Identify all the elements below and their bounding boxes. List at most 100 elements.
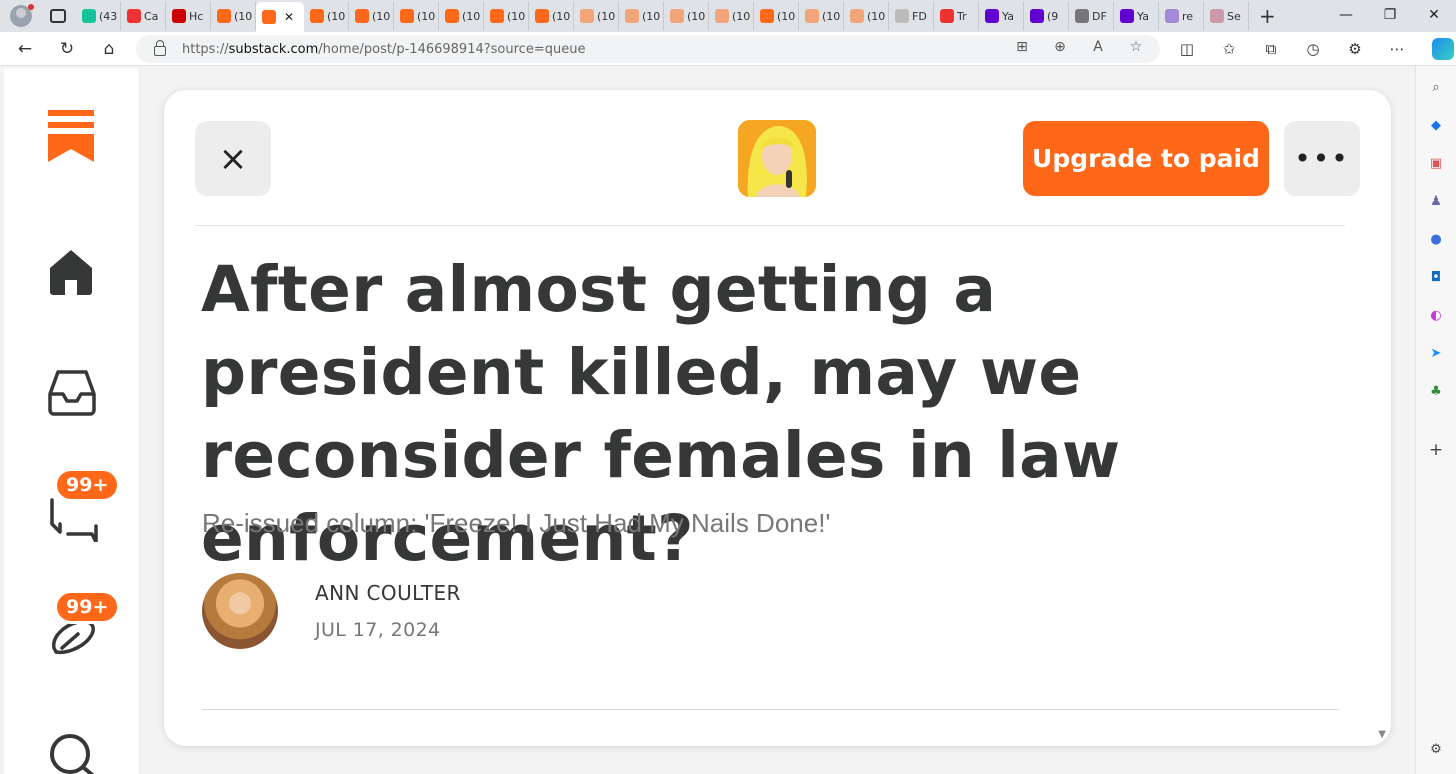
browser-tab[interactable]: FD — [889, 2, 934, 30]
restore-button[interactable]: ❐ — [1368, 0, 1412, 32]
browser-tab[interactable]: (10 — [844, 2, 889, 30]
tab-label: DF — [1092, 9, 1107, 23]
search-icon[interactable]: ⌕ — [1428, 80, 1444, 96]
more-options-button[interactable]: ••• — [1284, 121, 1360, 196]
browser-tab[interactable]: (10 — [211, 2, 256, 30]
tab-label: (10 — [687, 9, 706, 23]
tab-label: (10 — [234, 9, 253, 23]
news-icon — [172, 9, 186, 23]
collections-icon[interactable]: ⧉ — [1256, 34, 1286, 64]
browser-tab[interactable]: (10 — [799, 2, 844, 30]
close-post-button[interactable]: × — [195, 121, 271, 196]
extensions-icon[interactable]: ⚙ — [1340, 34, 1370, 64]
notification-dot — [28, 4, 34, 10]
browser-tab[interactable]: DF — [1069, 2, 1114, 30]
lock-icon[interactable] — [154, 40, 166, 56]
substack-icon — [445, 9, 459, 23]
substack-icon — [217, 9, 231, 23]
browser-tab[interactable]: (10 — [529, 2, 574, 30]
sidebar-settings-icon[interactable]: ⚙ — [1428, 742, 1444, 758]
author-name[interactable]: ANN COULTER — [315, 581, 461, 605]
url-text[interactable]: https://substack.com/home/post/p-1466989… — [182, 42, 585, 57]
browser-tab[interactable]: (10 — [574, 2, 619, 30]
substack-logo-icon[interactable] — [48, 110, 94, 162]
browser-tab[interactable]: Ca — [121, 2, 166, 30]
browser-tab[interactable]: (43 — [76, 2, 121, 30]
zoom-icon[interactable]: ⊕ — [1048, 39, 1072, 55]
history-icon[interactable]: ◷ — [1298, 34, 1328, 64]
browser-tab[interactable]: (10 — [304, 2, 349, 30]
upgrade-to-paid-button[interactable]: Upgrade to paid — [1023, 121, 1269, 196]
tab-actions-icon[interactable] — [50, 9, 66, 23]
close-window-button[interactable]: ✕ — [1412, 0, 1456, 32]
substack-nav-rail: 99+ 99+ — [4, 68, 140, 774]
author-avatar[interactable] — [202, 573, 278, 649]
read-aloud-icon[interactable]: A — [1086, 39, 1110, 55]
tab-label: Ya — [1137, 9, 1149, 23]
shopping-tag-icon[interactable]: ◆ — [1428, 118, 1444, 134]
back-icon[interactable]: ← — [10, 34, 40, 64]
tab-strip: (43 Ca Hc (10 ✕ (10 (10 (10 (10 (10 (10 (10 (10 (10 (1… — [0, 0, 1456, 32]
browser-tab[interactable]: (10 — [484, 2, 529, 30]
search-nav-icon[interactable] — [48, 730, 100, 774]
designer-icon[interactable]: ◐ — [1428, 308, 1444, 324]
tab-label: (10 — [372, 9, 391, 23]
favorites-icon[interactable]: ✩ — [1214, 34, 1244, 64]
apps-icon[interactable]: ⊞ — [1010, 39, 1034, 55]
tools-icon[interactable]: ▣ — [1428, 156, 1444, 172]
add-sidebar-app-icon[interactable]: + — [1428, 442, 1444, 459]
tab-label: (10 — [507, 9, 526, 23]
edge-sidebar: ⌕ ◆ ▣ ♟ ● ◘ ◐ ➤ ♣ + ⚙ — [1415, 66, 1456, 774]
settings-more-icon[interactable]: ⋯ — [1382, 34, 1412, 64]
home-nav-icon[interactable] — [48, 248, 94, 296]
games-icon[interactable]: ♟ — [1428, 194, 1444, 210]
tab-label: (10 — [777, 9, 796, 23]
new-tab-button[interactable]: + — [1259, 4, 1276, 28]
browser-tab[interactable]: (10 — [439, 2, 484, 30]
mail-icon — [1030, 9, 1044, 23]
browser-tab[interactable]: (10 — [664, 2, 709, 30]
browser-tab[interactable]: (10 — [394, 2, 439, 30]
post-subtitle: Re-issued column: 'Freeze! I Just Had My… — [202, 508, 831, 538]
browser-tab[interactable]: (9 — [1024, 2, 1069, 30]
scroll-down-arrow-icon[interactable]: ▼ — [1378, 729, 1386, 740]
outlook-icon[interactable]: ◘ — [1428, 270, 1444, 286]
inbox-nav-icon[interactable] — [48, 368, 96, 416]
browser-tab[interactable]: Ya — [1114, 2, 1159, 30]
tab-label: (10 — [462, 9, 481, 23]
tab-label: (10 — [327, 9, 346, 23]
split-screen-icon[interactable]: ◫ — [1172, 34, 1202, 64]
home-icon[interactable]: ⌂ — [94, 34, 124, 64]
substack-icon — [760, 9, 774, 23]
substack-icon — [490, 9, 504, 23]
browser-tab[interactable]: (10 — [754, 2, 799, 30]
address-bar-actions: ⊞ ⊕ A ☆ — [1010, 39, 1148, 55]
tab-label: (10 — [642, 9, 661, 23]
publication-logo[interactable] — [738, 120, 816, 197]
browser-tab[interactable]: Se — [1204, 2, 1249, 30]
browser-tab[interactable]: (10 — [349, 2, 394, 30]
browser-tab[interactable]: (10 — [619, 2, 664, 30]
copilot-icon[interactable] — [1432, 38, 1454, 60]
browser-tab[interactable]: (10 — [709, 2, 754, 30]
minimize-button[interactable]: — — [1324, 0, 1368, 32]
substack-icon — [850, 9, 864, 23]
browser-tab[interactable]: re — [1159, 2, 1204, 30]
youtube-icon — [940, 9, 954, 23]
browser-tab[interactable]: Tr — [934, 2, 979, 30]
browser-tab[interactable]: Hc — [166, 2, 211, 30]
address-bar[interactable]: https://substack.com/home/post/p-1466989… — [136, 35, 1160, 63]
tree-icon[interactable]: ♣ — [1428, 384, 1444, 400]
browser-tab[interactable]: ✕ — [256, 2, 304, 32]
close-tab-icon[interactable]: ✕ — [284, 10, 294, 24]
tab-list: (43 Ca Hc (10 ✕ (10 (10 (10 (10 (10 (10 (10 (10 (10 (1… — [76, 0, 1249, 32]
browser-tab[interactable]: Ya — [979, 2, 1024, 30]
refresh-icon[interactable]: ↻ — [52, 34, 82, 64]
microsoft-365-icon[interactable]: ● — [1428, 232, 1444, 248]
document-icon — [895, 9, 909, 23]
yahoo-icon — [1120, 9, 1134, 23]
activity-unread-badge: 99+ — [54, 590, 121, 624]
send-icon[interactable]: ➤ — [1428, 346, 1444, 362]
favorite-star-icon[interactable]: ☆ — [1124, 39, 1148, 55]
chat-unread-badge: 99+ — [54, 468, 121, 502]
